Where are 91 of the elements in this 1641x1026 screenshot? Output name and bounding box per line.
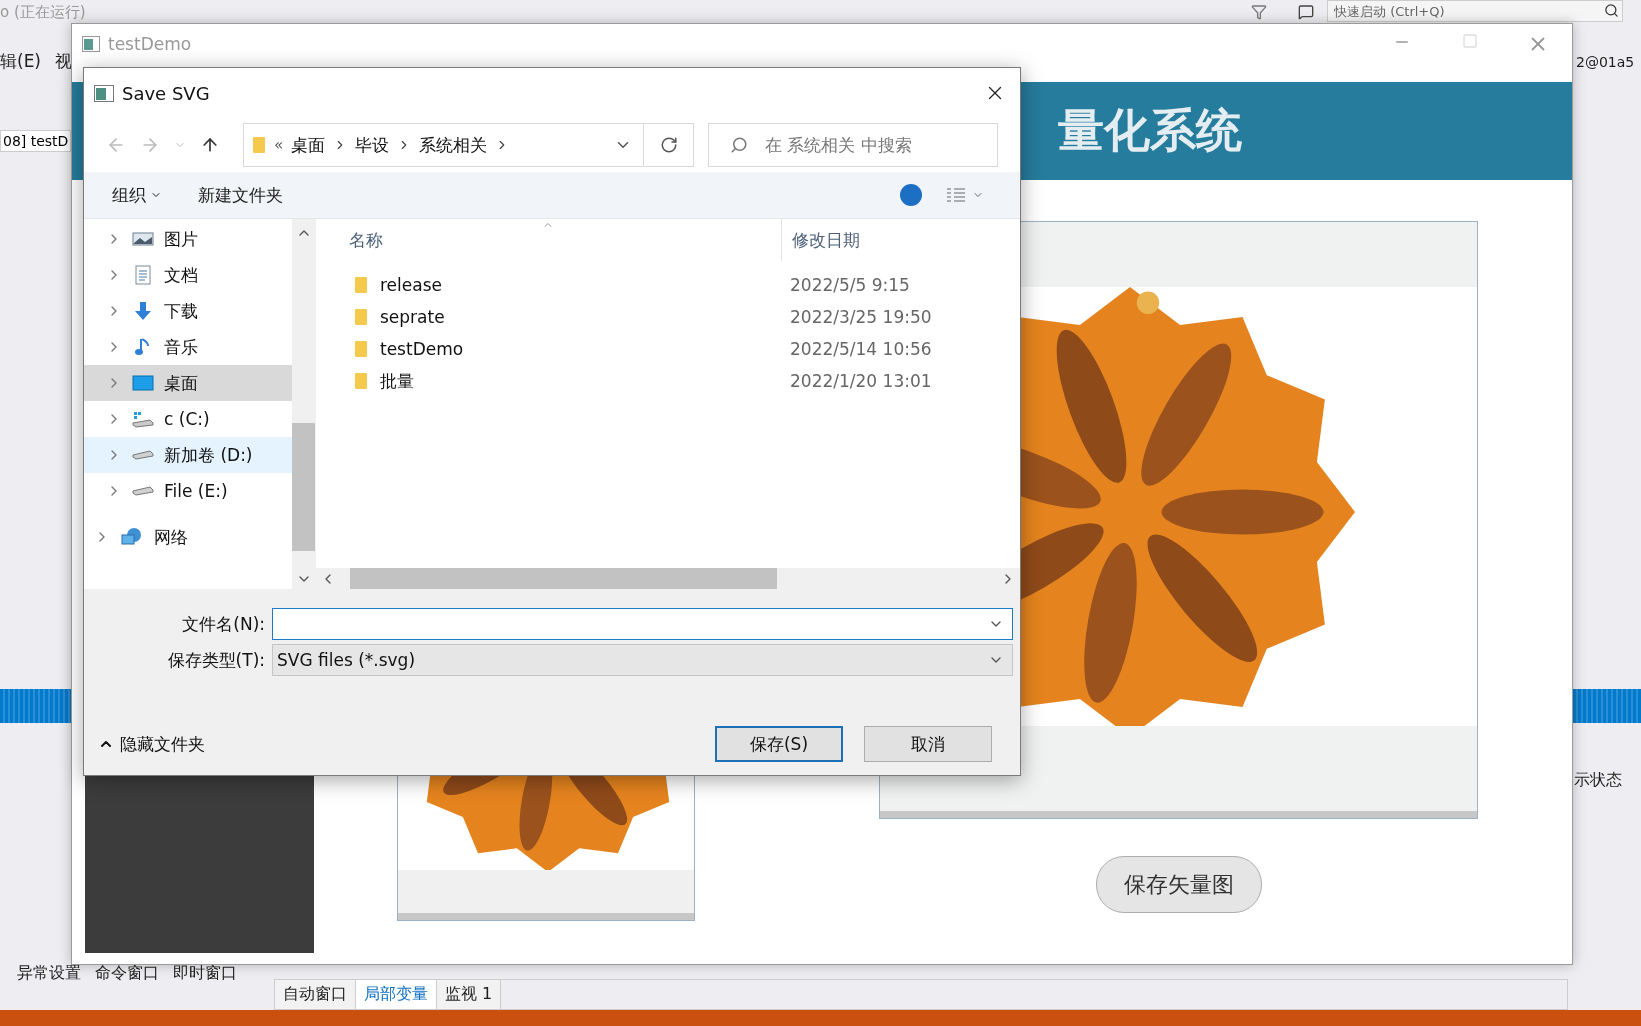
file-row[interactable]: 批量 2022/1/20 13:01 [316,365,1020,397]
nav-tree-item[interactable]: 图片 [84,221,292,257]
nav-tree-item[interactable]: 新加卷 (D:) [84,437,292,473]
folder-icon [252,136,266,154]
nav-tree-item[interactable]: 网络 [84,519,292,555]
nav-tree-label: 桌面 [164,371,198,395]
nav-tree-label: 网络 [154,525,188,549]
file-name: 批量 [380,369,415,393]
nav-tree-label: 新加卷 (D:) [164,443,253,467]
file-name: seprate [380,307,446,327]
nav-tree-item[interactable]: 桌面 [84,365,292,401]
app-icon [94,84,114,102]
modified-date: 2022/1/20 13:01 [790,371,932,391]
debug-tab[interactable]: 局部变量 [356,980,437,1009]
file-name: release [380,275,443,295]
status-band [0,689,71,723]
field-label: 保存类型(T): [166,648,265,672]
menu-item[interactable]: 视 [55,51,72,71]
nav-tree-item[interactable]: 文档 [84,257,292,293]
folder-icon [354,276,368,294]
refresh-icon[interactable] [659,136,678,154]
funnel-icon[interactable] [1251,4,1267,20]
address-bar[interactable]: « 桌面 毕设 系统相关 [243,123,694,167]
menu-item[interactable]: 辑(E) [0,51,41,71]
window-title: testDemo [108,34,192,54]
debug-tab[interactable]: 自动窗口 [275,980,356,1009]
drive-icon [132,486,154,496]
cancel-button[interactable]: 取消 [864,726,992,762]
account-text: 2@01a5 [1576,54,1635,70]
banner-title: 量化系统 [1058,102,1242,159]
folder-icon [354,372,368,390]
new-folder-button[interactable]: 新建文件夹 [194,179,287,211]
desktop-icon [132,373,154,393]
search-icon[interactable] [1604,3,1619,18]
picture-folder-icon [132,229,154,249]
vertical-scrollbar[interactable] [292,219,315,589]
file-name: testDemo [380,339,465,359]
breadcrumb-item[interactable]: 系统相关 [419,133,488,157]
drive-icon [132,450,154,460]
tool-window-tab[interactable]: 即时窗口 [173,963,237,982]
nav-tree-item[interactable]: 音乐 [84,329,292,365]
debug-tab[interactable]: 监视 1 [437,980,502,1009]
tool-window-tab[interactable]: 异常设置 [17,963,81,982]
file-type-dropdown[interactable]: SVG files (*.svg) [272,644,1013,676]
dialog-title: Save SVG [122,82,210,104]
status-text: 示状态 [1574,770,1622,789]
app-icon [82,36,100,52]
folder-icon [354,308,368,326]
document-tab[interactable]: 08] testD [0,130,72,152]
save-vector-button[interactable]: 保存矢量图 [1095,856,1262,913]
breadcrumb-item[interactable]: 桌面 [291,133,326,157]
scrollbar[interactable] [398,913,694,920]
file-row[interactable]: release 2022/5/5 9:15 [316,269,1020,301]
nav-tree-item[interactable]: c (C:) [84,401,292,437]
ide-title: o (正在运行) [0,3,86,21]
search-field[interactable]: 在 系统相关 中搜索 [708,123,998,167]
save-button[interactable]: 保存(S) [715,726,843,762]
breadcrumb-item[interactable]: 毕设 [355,133,390,157]
nav-tree-label: File (E:) [164,481,228,501]
quick-launch-field[interactable]: 快速启动 (Ctrl+Q) [1327,0,1623,22]
help-icon[interactable] [900,184,922,206]
nav-tree-label: 文档 [164,263,198,287]
network-icon [120,526,144,548]
file-row[interactable]: testDemo 2022/5/14 10:56 [316,333,1020,365]
file-row[interactable]: seprate 2022/3/25 19:50 [316,301,1020,333]
nav-tree-label: 下载 [164,299,198,323]
nav-tree-label: 图片 [164,227,198,251]
nav-tree-label: 音乐 [164,335,198,359]
modified-date: 2022/5/5 9:15 [790,275,910,295]
organize-menu[interactable]: 组织 [108,179,166,211]
status-band [1573,689,1641,723]
filename-field[interactable] [272,608,1013,640]
speech-bubble-icon[interactable] [1298,4,1314,20]
column-header[interactable]: 名称 [316,228,781,252]
overflow-chevrons[interactable]: « [274,136,284,154]
tool-window-tab[interactable]: 命令窗口 [95,963,159,982]
modified-date: 2022/3/25 19:50 [790,307,932,327]
column-header[interactable]: 修改日期 [782,228,982,252]
search-icon [730,136,748,154]
folder-icon [354,340,368,358]
drive-icon [132,409,154,429]
hide-folders-toggle[interactable]: 隐藏文件夹 [98,732,205,756]
horizontal-scrollbar[interactable] [316,568,1020,589]
scrollbar[interactable] [880,811,1477,818]
nav-tree-item[interactable]: 下载 [84,293,292,329]
document-icon [132,265,154,285]
download-arrow-icon [132,301,154,321]
nav-tree-label: c (C:) [164,409,210,429]
nav-tree-item[interactable]: File (E:) [84,473,292,509]
modified-date: 2022/5/14 10:56 [790,339,932,359]
field-label: 文件名(N): [181,612,265,636]
